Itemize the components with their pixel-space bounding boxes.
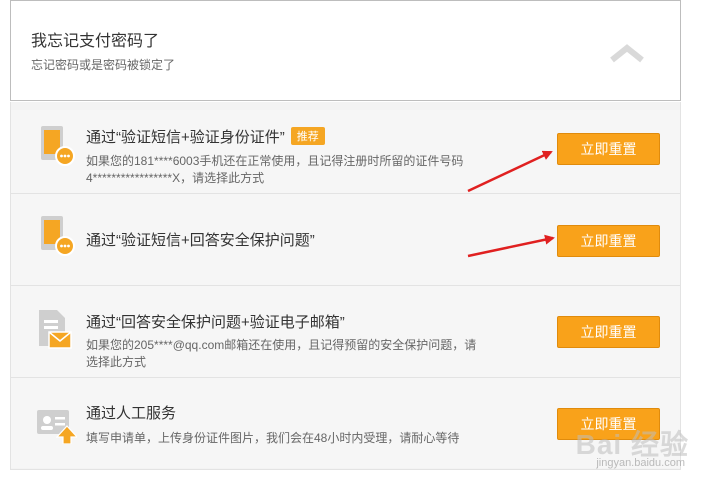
- option-description: 如果您的181****6003手机还在正常使用，且记得注册时所留的证件号码 4*…: [86, 153, 486, 187]
- option-desc-line: 如果您的181****6003手机还在正常使用，且记得注册时所留的证件号码: [86, 154, 464, 168]
- option-description: 填写申请单，上传身份证件图片，我们会在48小时内受理，请耐心等待: [86, 430, 526, 447]
- recommended-badge: 推荐: [290, 127, 325, 145]
- phone-sms-icon: [41, 216, 75, 256]
- reset-now-button[interactable]: 立即重置: [557, 133, 660, 165]
- chevron-up-icon[interactable]: [610, 43, 644, 63]
- reset-now-button[interactable]: 立即重置: [557, 408, 660, 440]
- forgot-password-header[interactable]: 我忘记支付密码了 忘记密码或是密码被锁定了: [10, 0, 681, 101]
- option-title: 通过人工服务: [86, 405, 177, 422]
- option-description: 如果您的205****@qq.com邮箱还在使用，且记得预留的安全保护问题，请 …: [86, 337, 496, 371]
- reset-options-panel: 通过“验证短信+验证身份证件” 推荐 如果您的181****6003手机还在正常使…: [10, 102, 681, 470]
- reset-now-button[interactable]: 立即重置: [557, 316, 660, 348]
- reset-option-question-email: 通过“回答安全保护问题+验证电子邮箱” 如果您的205****@qq.com邮箱…: [11, 286, 680, 378]
- document-mail-icon: [39, 310, 72, 349]
- reset-now-button[interactable]: 立即重置: [557, 225, 660, 257]
- id-card-upload-icon: [37, 410, 77, 444]
- option-title: 通过“回答安全保护问题+验证电子邮箱”: [86, 314, 345, 331]
- option-title: 通过“验证短信+回答安全保护问题”: [86, 232, 315, 249]
- option-title-text: 通过“验证短信+验证身份证件”: [86, 129, 285, 146]
- reset-option-sms-id: 通过“验证短信+验证身份证件” 推荐 如果您的181****6003手机还在正常使…: [11, 110, 680, 194]
- phone-sms-icon: [41, 126, 75, 166]
- header-subtitle: 忘记密码或是密码被锁定了: [31, 58, 176, 72]
- option-desc-line: 填写申请单，上传身份证件图片，我们会在48小时内受理，请耐心等待: [86, 431, 460, 445]
- option-desc-line: 选择此方式: [86, 355, 147, 369]
- reset-option-manual-service: 通过人工服务 填写申请单，上传身份证件图片，我们会在48小时内受理，请耐心等待 …: [11, 378, 680, 468]
- option-title: 通过“验证短信+验证身份证件” 推荐: [86, 126, 325, 147]
- reset-option-sms-question: 通过“验证短信+回答安全保护问题” 立即重置: [11, 194, 680, 286]
- option-desc-line: 4*****************X，请选择此方式: [86, 171, 265, 185]
- option-desc-line: 如果您的205****@qq.com邮箱还在使用，且记得预留的安全保护问题，请: [86, 338, 477, 352]
- header-title: 我忘记支付密码了: [31, 33, 160, 50]
